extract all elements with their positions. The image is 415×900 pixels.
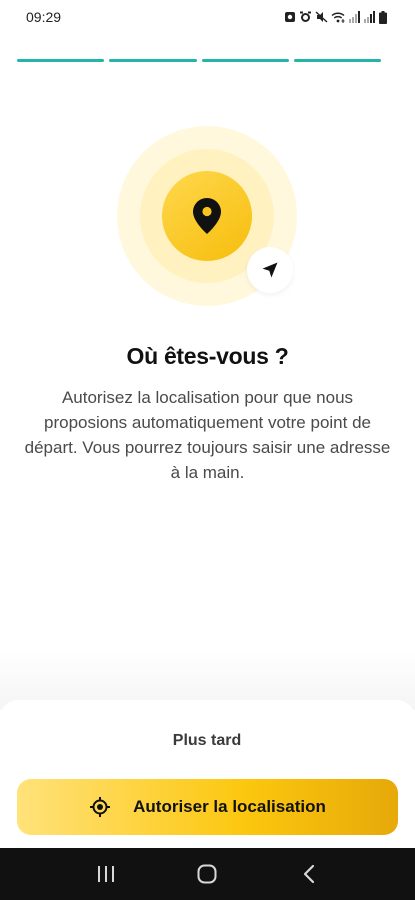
progress-step <box>17 59 105 62</box>
status-icons <box>284 10 387 24</box>
navigation-badge <box>247 247 293 293</box>
mute-icon <box>315 11 328 23</box>
status-time: 09:29 <box>26 9 62 25</box>
onboarding-progress <box>17 59 381 62</box>
recents-icon[interactable] <box>86 854 126 894</box>
system-nav-bar <box>0 848 415 900</box>
progress-step <box>201 59 289 62</box>
navigation-arrow-icon <box>262 262 278 278</box>
crosshair-icon <box>90 797 111 817</box>
screenshot-icon <box>285 12 295 22</box>
signal-icon-2 <box>364 11 375 23</box>
location-illustration <box>117 126 297 306</box>
battery-icon <box>379 10 387 24</box>
allow-location-label: Autoriser la localisation <box>133 797 326 816</box>
page-title: Où êtes-vous ? <box>126 343 289 369</box>
back-icon[interactable] <box>289 854 329 894</box>
wifi-icon <box>331 12 345 23</box>
alarm-icon <box>300 11 311 22</box>
progress-step <box>293 59 381 62</box>
signal-icon <box>349 11 360 23</box>
allow-location-button[interactable]: Autoriser la localisation <box>17 779 398 835</box>
later-button[interactable]: Plus tard <box>107 727 307 755</box>
progress-step <box>109 59 197 62</box>
home-icon[interactable] <box>187 854 227 894</box>
status-bar: 09:29 <box>0 0 415 34</box>
location-pin-icon <box>193 198 221 234</box>
pin-circle <box>162 171 252 261</box>
page-description: Autorisez la localisation pour que nous … <box>24 388 391 482</box>
